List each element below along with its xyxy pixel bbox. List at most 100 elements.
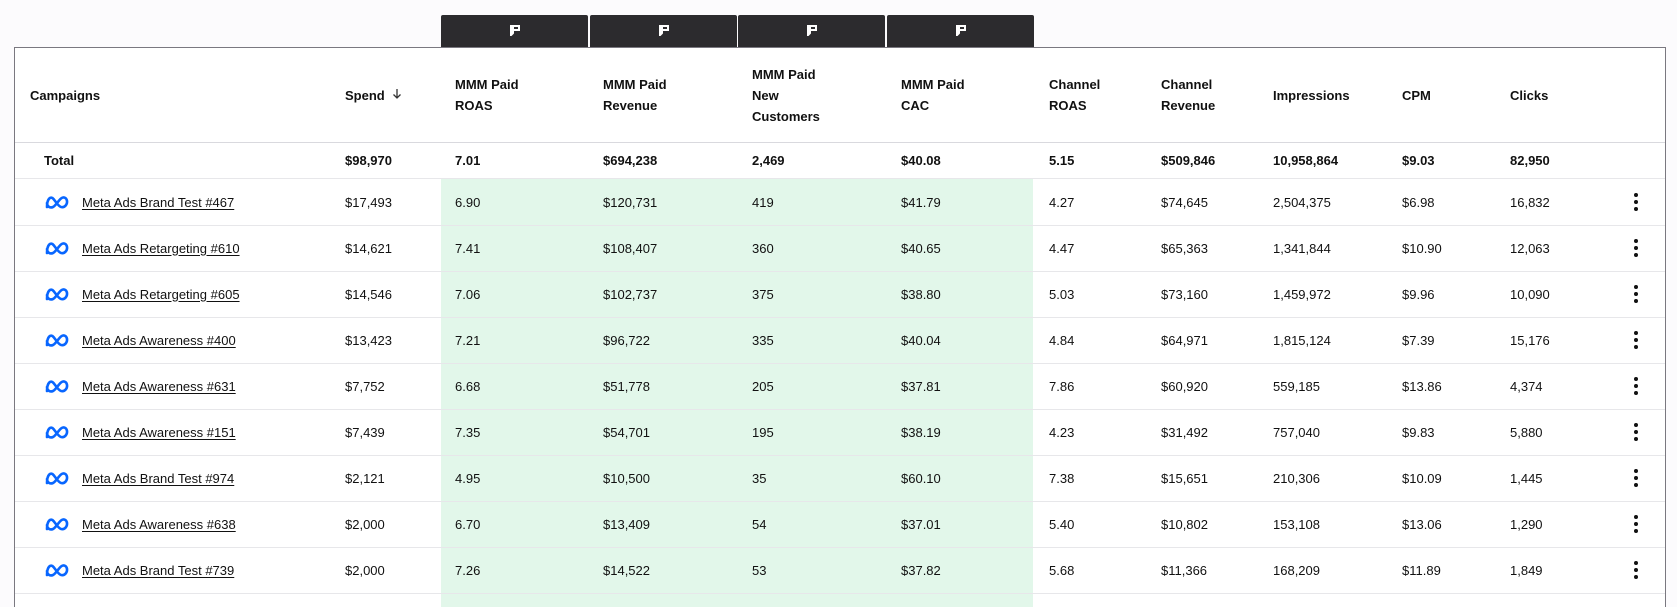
campaign-table: Campaigns Spend MMM Paid ROAS MMM Paid Rev… (14, 47, 1666, 607)
table-row: Meta Ads Retargeting #605 $14,546 7.06 $102… (15, 271, 1665, 317)
cell-impressions: 1,815,124 (1273, 332, 1331, 348)
more-options-icon[interactable] (1626, 238, 1646, 258)
more-options-icon[interactable] (1626, 468, 1646, 488)
campaign-cell: Meta Ads Retargeting #605 (44, 271, 240, 317)
cell-mmm-roas: 6.70 (455, 516, 481, 532)
total-mmm-cac: $40.08 (901, 153, 941, 168)
cell-spend: $13,423 (345, 332, 392, 348)
meta-icon (45, 426, 69, 439)
header-clicks[interactable]: Clicks (1510, 85, 1548, 106)
cell-impressions: 168,209 (1273, 562, 1320, 578)
cell-mmm-revenue: $108,407 (603, 240, 658, 256)
cell-clicks: 16,832 (1510, 194, 1550, 210)
cell-mmm-cac: $38.80 (901, 286, 941, 302)
cell-mmm-revenue: $51,778 (603, 378, 650, 394)
cell-impressions: 757,040 (1273, 424, 1320, 440)
cell-channel-revenue: $73,160 (1161, 286, 1208, 302)
cell-mmm-roas: 7.41 (455, 240, 481, 256)
header-campaigns[interactable]: Campaigns (30, 85, 100, 106)
cell-impressions: 210,306 (1273, 470, 1320, 486)
more-options-icon[interactable] (1626, 376, 1646, 396)
cell-cpm: $7.39 (1402, 332, 1435, 348)
cell-mmm-new-customers: 335 (752, 332, 774, 348)
cell-mmm-roas: 6.90 (455, 194, 481, 210)
header-impressions[interactable]: Impressions (1273, 85, 1350, 106)
cell-spend: $2,000 (345, 562, 385, 578)
campaign-link[interactable]: Meta Ads Brand Test #739 (82, 563, 234, 578)
cell-mmm-roas: 6.68 (455, 378, 481, 394)
mmm-tab[interactable] (441, 15, 588, 47)
header-label: Revenue (1161, 98, 1216, 113)
cell-mmm-revenue: $54,701 (603, 424, 650, 440)
cell-mmm-revenue: $120,731 (603, 194, 658, 210)
cell-cpm: $9.96 (1402, 286, 1435, 302)
cell-mmm-new-customers: 35 (752, 470, 767, 486)
header-label: ROAS (1049, 98, 1087, 113)
header-label: MMM Paid (455, 77, 519, 92)
campaign-link[interactable]: Meta Ads Retargeting #610 (82, 241, 240, 256)
cell-channel-revenue: $60,920 (1161, 378, 1208, 394)
total-mmm-roas: 7.01 (455, 153, 481, 168)
header-mmm-roas[interactable]: MMM Paid ROAS (455, 74, 519, 116)
total-row: Total $98,970 7.01 $694,238 2,469 $40.08… (15, 143, 1665, 178)
more-options-icon[interactable] (1626, 514, 1646, 534)
header-mmm-revenue[interactable]: MMM Paid Revenue (603, 74, 667, 116)
mmm-tab[interactable] (590, 15, 737, 47)
header-mmm-new-customers[interactable]: MMM Paid New Customers (752, 64, 820, 127)
header-label: Spend (345, 88, 385, 103)
header-label: Channel (1161, 77, 1213, 92)
campaign-cell: Meta Ads Retargeting #610 (44, 225, 240, 271)
cell-mmm-cac: $41.79 (901, 194, 941, 210)
header-label: New (752, 88, 779, 103)
header-label: Revenue (603, 98, 658, 113)
cell-mmm-new-customers: 54 (752, 516, 767, 532)
header-spend[interactable]: Spend (345, 85, 403, 106)
mmm-tab[interactable] (887, 15, 1034, 47)
more-options-icon[interactable] (1626, 330, 1646, 350)
cell-clicks: 1,445 (1510, 470, 1543, 486)
mmm-model-icon (508, 24, 522, 38)
cell-cpm: $10.09 (1402, 470, 1442, 486)
mmm-model-icon (657, 24, 671, 38)
header-channel-revenue[interactable]: Channel Revenue (1161, 74, 1215, 116)
campaign-link[interactable]: Meta Ads Brand Test #974 (82, 471, 234, 486)
mmm-model-icon (805, 24, 819, 38)
cell-mmm-cac: $37.82 (901, 562, 941, 578)
cell-mmm-roas: 7.35 (455, 424, 481, 440)
meta-icon (45, 518, 69, 531)
total-spend: $98,970 (345, 153, 392, 168)
cell-mmm-new-customers: 53 (752, 562, 767, 578)
campaign-link[interactable]: Meta Ads Awareness #151 (82, 425, 236, 440)
header-mmm-cac[interactable]: MMM Paid CAC (901, 74, 965, 116)
cell-mmm-new-customers: 195 (752, 424, 774, 440)
campaign-cell: Meta Ads Brand Test #739 (44, 547, 234, 593)
meta-icon (45, 380, 69, 393)
cell-spend: $14,621 (345, 240, 392, 256)
header-channel-roas[interactable]: Channel ROAS (1049, 74, 1100, 116)
more-options-icon[interactable] (1626, 284, 1646, 304)
campaign-link[interactable]: Meta Ads Awareness #631 (82, 379, 236, 394)
table-row: Meta Ads Brand Test #739 $2,000 7.26 $14,52… (15, 547, 1665, 593)
more-options-icon[interactable] (1626, 560, 1646, 580)
cell-spend: $14,546 (345, 286, 392, 302)
campaign-link[interactable]: Meta Ads Awareness #400 (82, 333, 236, 348)
cell-mmm-roas: 7.26 (455, 562, 481, 578)
cell-clicks: 5,880 (1510, 424, 1543, 440)
header-label: Channel (1049, 77, 1101, 92)
cell-mmm-revenue: $13,409 (603, 516, 650, 532)
mmm-tab[interactable] (738, 15, 885, 47)
cell-mmm-revenue: $96,722 (603, 332, 650, 348)
header-cpm[interactable]: CPM (1402, 85, 1431, 106)
cell-mmm-cac: $38.19 (901, 424, 941, 440)
cell-channel-roas: 4.47 (1049, 240, 1075, 256)
campaign-cell: Meta Ads Awareness #400 (44, 317, 236, 363)
campaign-link[interactable]: Meta Ads Brand Test #467 (82, 195, 234, 210)
campaign-link[interactable]: Meta Ads Retargeting #605 (82, 287, 240, 302)
more-options-icon[interactable] (1626, 192, 1646, 212)
more-options-icon[interactable] (1626, 422, 1646, 442)
campaign-link[interactable]: Meta Ads Awareness #638 (82, 517, 236, 532)
campaign-cell: Meta Ads Awareness #638 (44, 501, 236, 547)
cell-channel-revenue: $31,492 (1161, 424, 1208, 440)
cell-spend: $2,121 (345, 470, 385, 486)
campaign-cell: Meta Ads Brand Test #467 (44, 179, 234, 225)
